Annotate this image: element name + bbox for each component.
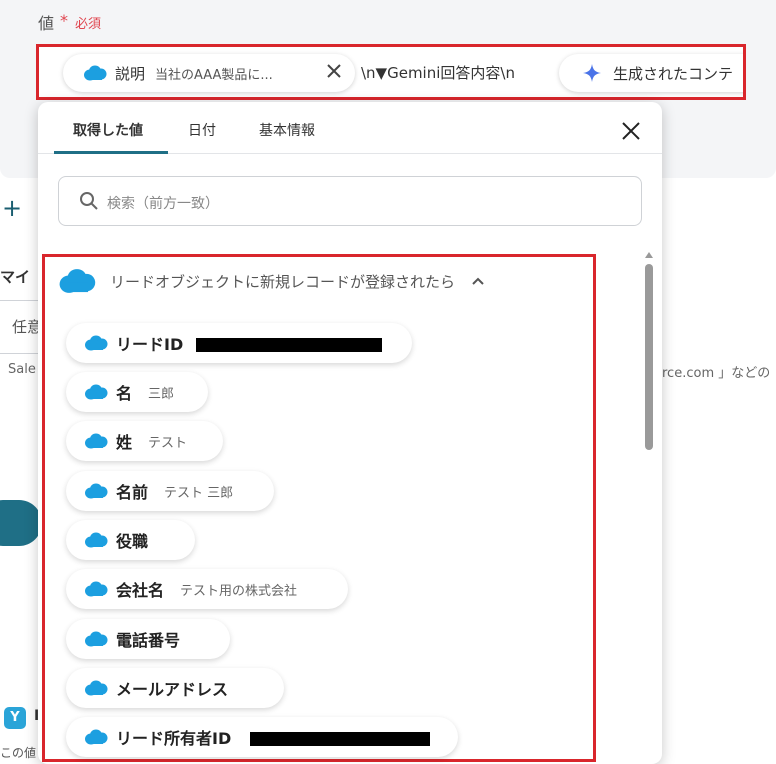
search-placeholder: 検索（前方一致）: [107, 196, 219, 212]
item-key: 役職: [116, 532, 149, 551]
item-key: 名前: [116, 483, 149, 502]
literal-text: \n▼Gemini回答内容\n: [361, 64, 515, 82]
salesforce-cloud-icon: [85, 581, 108, 597]
scrollbar-thumb[interactable]: [645, 264, 653, 450]
item-value: テスト 三郎: [164, 485, 234, 501]
item-key: 姓: [116, 433, 133, 452]
item-key: 名: [116, 384, 133, 403]
variable-chip-generated[interactable]: 生成されたコンテ: [559, 54, 743, 92]
search-input[interactable]: 検索（前方一致）: [58, 176, 642, 226]
salesforce-cloud-icon: [85, 384, 108, 400]
redaction-bar: [250, 732, 430, 746]
chevron-up-icon[interactable]: [471, 274, 485, 288]
close-icon[interactable]: [325, 62, 343, 80]
salesforce-cloud-icon: [85, 631, 108, 647]
variable-list-item[interactable]: 名三郎: [66, 372, 208, 412]
footnote-fragment: この値: [0, 746, 37, 760]
salesforce-cloud-icon: [85, 433, 108, 449]
tab-fetched-values[interactable]: 取得した値: [73, 120, 143, 140]
item-key: リードID: [116, 335, 184, 354]
search-icon: [80, 192, 98, 210]
app-badge-icon: Y: [4, 707, 26, 729]
scrollbar[interactable]: [644, 252, 654, 752]
close-icon[interactable]: [620, 120, 642, 142]
variable-list-item[interactable]: メールアドレス: [66, 668, 284, 708]
group-header[interactable]: リードオブジェクトに新規レコードが登録されたら: [58, 266, 485, 296]
salesforce-cloud-icon: [85, 335, 108, 351]
required-star: *: [60, 11, 68, 30]
section-heading-fragment: マイ: [0, 268, 31, 286]
add-icon[interactable]: +: [2, 196, 22, 220]
variable-list-item[interactable]: 名前 テスト 三郎: [66, 471, 274, 511]
active-tab-indicator: [54, 151, 168, 154]
item-value: テスト用の株式会社: [180, 583, 298, 599]
variable-list-item[interactable]: 役職: [66, 520, 195, 560]
scroll-up-arrow[interactable]: [645, 252, 653, 258]
sparkle-icon: [583, 64, 601, 82]
redaction-bar: [196, 338, 382, 352]
variable-chip-description[interactable]: 説明 当社のAAA製品に...: [63, 54, 355, 92]
required-text: 必須: [75, 17, 102, 32]
tab-basic-info[interactable]: 基本情報: [259, 120, 315, 140]
chip-value: 当社のAAA製品に...: [155, 67, 273, 83]
salesforce-cloud-icon: [85, 532, 108, 548]
salesforce-cloud-icon: [84, 65, 107, 81]
help-text-fragment: Sale: [8, 362, 36, 377]
variable-list-item[interactable]: 姓テスト: [66, 421, 223, 461]
help-text-fragment-right: rce.com 」などの: [662, 366, 771, 381]
field-label: 値: [38, 14, 55, 33]
item-key: リード所有者ID: [116, 729, 232, 748]
item-key: メールアドレス: [116, 680, 229, 699]
chip-key: 説明: [115, 64, 146, 83]
variable-list-item[interactable]: 会社名 テスト用の株式会社: [66, 569, 348, 609]
salesforce-cloud-icon: [85, 483, 108, 499]
item-value: 三郎: [148, 386, 175, 402]
salesforce-cloud-icon: [85, 680, 108, 696]
primary-button-fragment[interactable]: [0, 500, 42, 546]
salesforce-cloud-icon: [85, 729, 108, 745]
item-key: 会社名: [116, 581, 165, 600]
salesforce-cloud-icon: [59, 269, 96, 293]
item-key: 電話番号: [116, 631, 181, 650]
value-input-box[interactable]: 説明 当社のAAA製品に... \n▼Gemini回答内容\n 生成されたコンテ: [36, 44, 746, 100]
variable-list-item[interactable]: 電話番号: [66, 619, 230, 659]
tab-date[interactable]: 日付: [188, 120, 216, 140]
tab-bar: 取得した値 日付 基本情報: [38, 102, 662, 154]
group-title: リードオブジェクトに新規レコードが登録されたら: [110, 272, 456, 291]
item-value: テスト: [148, 435, 188, 451]
chip-key: 生成されたコンテ: [613, 64, 734, 83]
